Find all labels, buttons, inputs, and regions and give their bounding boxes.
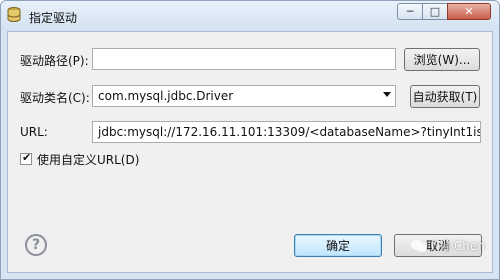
custom-url-label[interactable]: 使用自定义URL(D) — [37, 151, 139, 168]
ok-button[interactable]: 确定 — [294, 234, 382, 257]
help-icon[interactable]: ? — [25, 234, 47, 256]
database-icon — [7, 7, 21, 22]
minimize-button[interactable]: ─ — [397, 3, 423, 20]
driver-path-input[interactable] — [92, 48, 396, 70]
watermark: IT小Chen — [411, 237, 485, 254]
driver-class-label: 驱动类名(C): — [20, 91, 90, 105]
browse-button[interactable]: 浏览(W)... — [404, 48, 480, 71]
url-label: URL: — [20, 125, 48, 139]
driver-path-label: 驱动路径(P): — [20, 54, 89, 68]
custom-url-checkbox[interactable]: ✔ — [20, 151, 32, 165]
dialog-window: 指定驱动 ─ □ ✕ 驱动路径(P): 浏览(W)... 驱动类名(C): co… — [0, 0, 500, 280]
close-icon: ✕ — [464, 5, 474, 18]
title-bar: 指定驱动 ─ □ ✕ — [1, 1, 499, 31]
auto-detect-button[interactable]: 自动获取(T) — [410, 85, 480, 108]
minimize-icon: ─ — [406, 5, 414, 18]
watermark-text: IT小Chen — [431, 239, 485, 253]
close-button[interactable]: ✕ — [447, 3, 491, 20]
window-title: 指定驱动 — [29, 11, 78, 25]
window-controls: ─ □ ✕ — [397, 3, 491, 21]
wechat-icon — [411, 239, 427, 252]
url-input[interactable]: jdbc:mysql://172.16.11.101:13309/<databa… — [92, 121, 481, 143]
help-glyph: ? — [31, 237, 41, 253]
driver-class-combobox[interactable]: com.mysql.jdbc.Driver — [92, 85, 396, 107]
driver-class-value: com.mysql.jdbc.Driver — [98, 89, 234, 103]
maximize-button[interactable]: □ — [422, 3, 448, 20]
check-icon: ✔ — [22, 151, 32, 164]
maximize-icon: □ — [429, 5, 441, 18]
chevron-down-icon[interactable] — [383, 92, 391, 97]
